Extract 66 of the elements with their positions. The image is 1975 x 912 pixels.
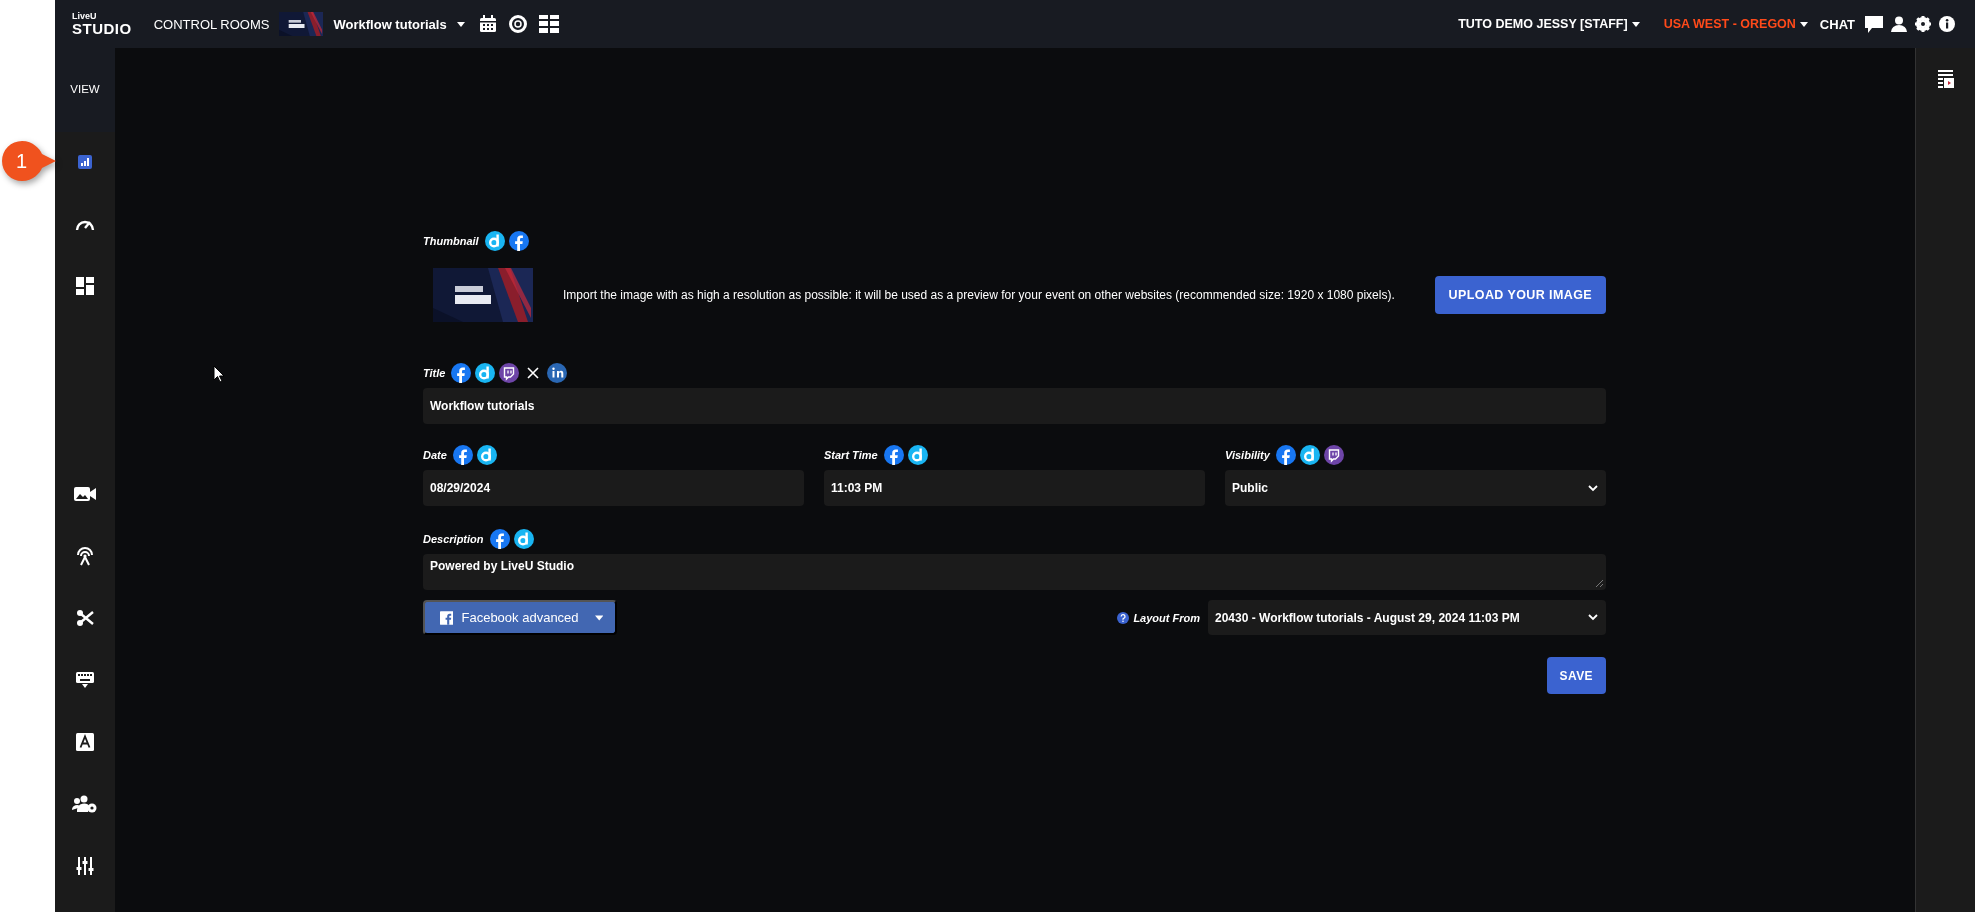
chat-link[interactable]: CHAT xyxy=(1819,16,1855,32)
panel-list-icon xyxy=(1937,70,1954,88)
room-selector[interactable]: Workflow tutorials xyxy=(333,16,447,32)
settings-icon xyxy=(1915,16,1931,32)
dailymotion-icon xyxy=(475,363,496,383)
title-label: Title xyxy=(423,367,446,379)
time-field[interactable]: 11:03 PM xyxy=(824,470,1205,506)
dailymotion-icon xyxy=(484,231,505,251)
caret-icon xyxy=(594,614,603,621)
users-gear-icon xyxy=(72,795,98,813)
facebook-advanced-button[interactable]: Facebook advanced xyxy=(423,600,617,635)
chevron-icon xyxy=(1588,614,1598,621)
facebook-icon xyxy=(489,529,510,549)
caret-icon xyxy=(1631,21,1640,27)
dailymotion-icon xyxy=(907,445,928,465)
facebook-icon xyxy=(451,363,472,383)
date-label: Date xyxy=(423,449,447,461)
antenna-icon xyxy=(75,546,95,566)
user-icon xyxy=(1891,16,1907,32)
text-box-icon xyxy=(76,733,94,751)
layout-dropdown[interactable]: 20430 - Workflow tutorials - August 29, 2024 11:03 PM xyxy=(1208,600,1606,635)
dailymotion-icon xyxy=(513,529,534,549)
start-time-label: Start Time xyxy=(824,449,878,461)
help-icon xyxy=(1117,611,1130,624)
facebook-icon xyxy=(1275,445,1296,465)
dailymotion-icon xyxy=(476,445,497,465)
scissors-icon xyxy=(76,609,94,627)
user-menu[interactable]: TUTO DEMO JESSY [STAFF] xyxy=(1458,17,1628,31)
save-button[interactable]: SAVE xyxy=(1546,657,1606,694)
info-icon xyxy=(1939,16,1955,32)
calendar-icon xyxy=(478,15,497,33)
lifebuoy-icon xyxy=(508,15,527,33)
facebook-icon xyxy=(440,609,454,626)
description-label: Description xyxy=(423,533,484,545)
thumbnail-label: Thumbnail xyxy=(423,235,479,247)
keyboard-icon xyxy=(75,671,95,689)
date-field[interactable]: 08/29/2024 xyxy=(423,470,804,506)
caret-icon xyxy=(1799,21,1808,27)
layout-from-label: Layout From xyxy=(1133,611,1200,624)
sliders-icon xyxy=(76,857,94,875)
control-rooms-link[interactable]: CONTROL ROOMS xyxy=(153,16,270,32)
upload-image-button[interactable]: UPLOAD YOUR IMAGE xyxy=(1434,276,1606,314)
region-selector[interactable]: USA WEST - OREGON xyxy=(1663,17,1796,31)
caret-icon xyxy=(456,21,465,27)
chart-icon xyxy=(77,154,93,170)
chat-bubble-icon xyxy=(1865,15,1883,33)
upload-hint: Import the image with as high a resolution as possible: it will be used as a preview for your event on other websites (recommended size: 1920 x 1080 pixels). xyxy=(563,288,1396,302)
facebook-icon xyxy=(883,445,904,465)
visibility-dropdown[interactable]: Public xyxy=(1225,470,1606,506)
description-field[interactable]: Powered by LiveU Studio xyxy=(423,554,1606,590)
view-label: VIEW xyxy=(70,83,100,95)
title-field[interactable]: Workflow tutorials xyxy=(423,388,1606,424)
twitch-icon xyxy=(1323,445,1344,465)
linkedin-icon xyxy=(547,363,568,383)
video-camera-icon xyxy=(74,486,96,502)
layout-grid-icon xyxy=(538,15,559,33)
facebook-icon xyxy=(508,231,529,251)
facebook-icon xyxy=(452,445,473,465)
chevron-icon xyxy=(1588,484,1598,492)
dashboard-icon xyxy=(76,277,94,295)
cursor-icon xyxy=(213,365,225,383)
dailymotion-icon xyxy=(1299,445,1320,465)
logo[interactable]: LiveU STUDIO xyxy=(72,12,132,36)
visibility-label: Visibility xyxy=(1225,449,1270,461)
resize-handle-icon xyxy=(1596,580,1603,587)
twitch-icon xyxy=(499,363,520,383)
